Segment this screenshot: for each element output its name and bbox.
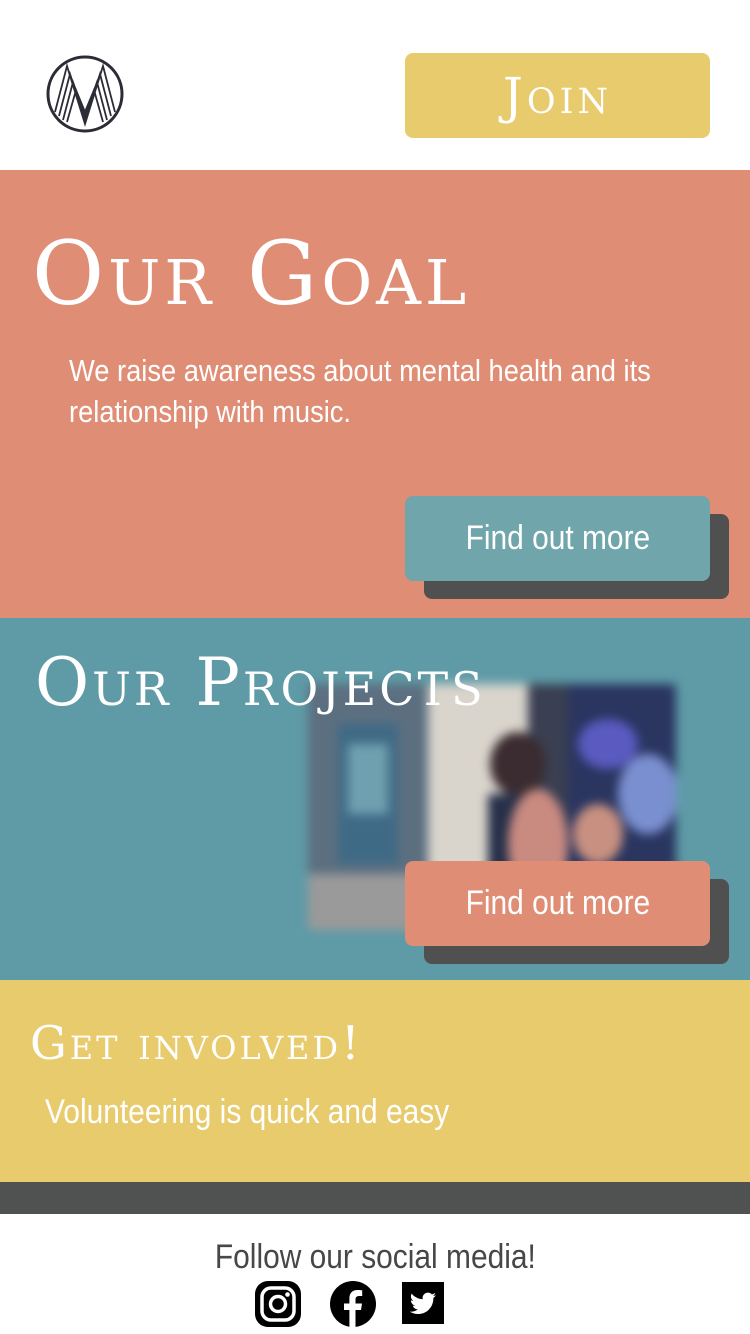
- facebook-icon[interactable]: [329, 1280, 377, 1328]
- footer: Follow our social media!: [0, 1214, 750, 1334]
- goal-section: Our Goal We raise awareness about mental…: [0, 170, 750, 618]
- social-media-heading: Follow our social media!: [0, 1238, 750, 1277]
- goal-title: Our Goal: [32, 222, 471, 325]
- projects-find-out-more-button[interactable]: Find out more: [405, 861, 710, 946]
- header: Join: [0, 0, 750, 170]
- goal-button-label: Find out more: [465, 519, 650, 557]
- get-involved-description: Volunteering is quick and easy: [45, 1093, 450, 1131]
- projects-button-group: Find out more: [405, 861, 729, 964]
- get-involved-section: Get involved! Volunteering is quick and …: [0, 980, 750, 1182]
- instagram-icon[interactable]: [254, 1280, 302, 1328]
- projects-button-label: Find out more: [465, 884, 650, 922]
- projects-title: Our Projects: [35, 644, 486, 721]
- goal-find-out-more-button[interactable]: Find out more: [405, 496, 710, 581]
- twitter-icon[interactable]: [402, 1282, 444, 1324]
- get-involved-title[interactable]: Get involved!: [30, 1020, 363, 1066]
- logo-icon[interactable]: [45, 54, 125, 134]
- join-button[interactable]: Join: [405, 53, 710, 138]
- goal-description: We raise awareness about mental health a…: [69, 353, 651, 429]
- divider-bar: [0, 1182, 750, 1214]
- social-media-heading-text: Follow our social media!: [214, 1238, 536, 1276]
- goal-button-group: Find out more: [405, 496, 729, 599]
- projects-section: Our Projects Find out more: [0, 618, 750, 980]
